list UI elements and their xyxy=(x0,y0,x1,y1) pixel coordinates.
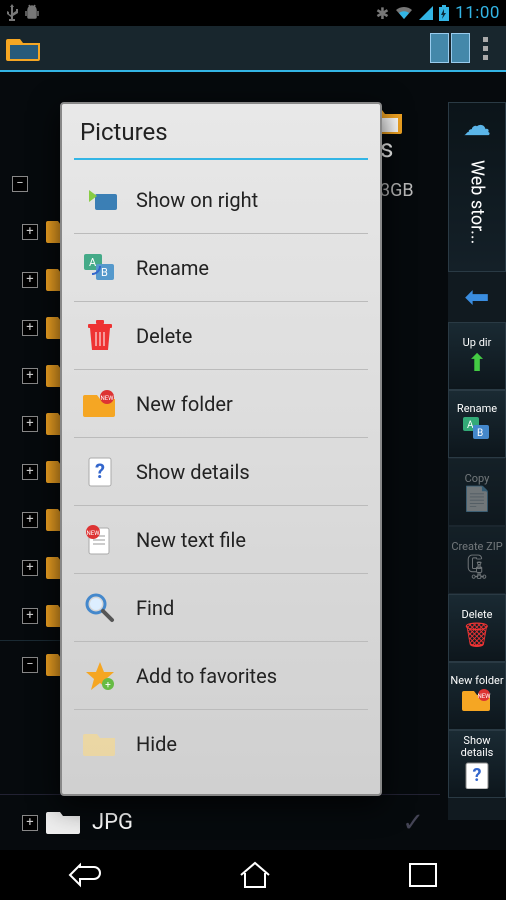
menu-find[interactable]: Find xyxy=(74,574,368,642)
rename-icon: AB xyxy=(463,417,491,445)
hide-folder-icon xyxy=(82,726,118,762)
sidebar-details-button[interactable]: Show details ? xyxy=(448,730,506,798)
bg-header-text: s xyxy=(380,134,393,164)
svg-text:?: ? xyxy=(473,765,482,786)
tree-item-jpg[interactable]: + JPG ✓ xyxy=(0,794,440,850)
expand-icon[interactable]: + xyxy=(22,272,38,288)
svg-text:+: + xyxy=(105,680,111,691)
sidebar-zip-button: Create ZIP 🗜 xyxy=(448,526,506,594)
svg-text:B: B xyxy=(477,428,483,439)
signal-icon xyxy=(419,6,433,20)
expand-icon[interactable]: + xyxy=(22,512,38,528)
dual-pane-icon[interactable] xyxy=(430,33,470,63)
menu-show-on-right[interactable]: Show on right xyxy=(74,166,368,234)
usb-icon xyxy=(6,4,18,22)
app-titlebar xyxy=(0,26,506,72)
new-folder-icon: NEW xyxy=(82,386,118,422)
web-storage-label: Web stor... xyxy=(467,160,488,244)
check-icon[interactable]: ✓ xyxy=(402,808,424,838)
show-right-icon xyxy=(82,182,118,218)
svg-text:NEW: NEW xyxy=(477,693,491,700)
expand-icon[interactable]: + xyxy=(22,608,38,624)
menu-delete[interactable]: Delete xyxy=(74,302,368,370)
web-storage-button[interactable]: ☁ Web stor... xyxy=(448,102,506,272)
sidebar-new-folder-button[interactable]: New folder NEW xyxy=(448,662,506,730)
tree-label: JPG xyxy=(92,810,133,835)
status-bar: ✱ 11:00 xyxy=(0,0,506,26)
expand-icon[interactable]: + xyxy=(22,416,38,432)
status-clock: 11:00 xyxy=(455,3,500,23)
recent-apps-button[interactable] xyxy=(408,862,438,888)
expand-icon[interactable]: + xyxy=(22,464,38,480)
context-menu-dialog: Pictures Show on right AB Rename Delete … xyxy=(60,102,382,796)
menu-hide[interactable]: Hide xyxy=(74,710,368,778)
wifi-icon xyxy=(395,6,413,20)
android-nav-bar xyxy=(0,850,506,900)
svg-text:A: A xyxy=(467,420,474,431)
cloud-icon: ☁ xyxy=(463,109,491,142)
arrow-left-icon[interactable]: ⬅ xyxy=(448,272,506,322)
expand-icon[interactable]: + xyxy=(22,815,38,831)
expand-icon[interactable]: + xyxy=(22,368,38,384)
expand-icon[interactable]: + xyxy=(22,224,38,240)
back-button[interactable] xyxy=(68,861,102,889)
dialog-title: Pictures xyxy=(62,104,380,158)
battery-icon xyxy=(439,5,449,21)
folder-white-icon xyxy=(46,808,82,838)
menu-new-folder[interactable]: NEW New folder xyxy=(74,370,368,438)
dialog-list: Show on right AB Rename Delete NEW New f… xyxy=(62,160,380,794)
overflow-menu-icon[interactable] xyxy=(470,37,500,60)
right-sidebar: ☁ Web stor... ⬅ Up dir ⬆ Rename AB Copy … xyxy=(448,102,506,820)
arrow-up-icon: ⬆ xyxy=(467,351,487,375)
sidebar-rename-button[interactable]: Rename AB xyxy=(448,390,506,458)
menu-rename[interactable]: AB Rename xyxy=(74,234,368,302)
app-folder-icon xyxy=(6,33,42,63)
trash-icon xyxy=(82,318,118,354)
svg-text:A: A xyxy=(89,256,97,269)
star-icon: + xyxy=(82,658,118,694)
sidebar-copy-button: Copy 📄 xyxy=(448,458,506,526)
collapse-icon[interactable]: − xyxy=(12,176,28,192)
details-icon: ? xyxy=(464,761,490,793)
android-debug-icon xyxy=(24,4,40,22)
sidebar-delete-button[interactable]: Delete 🗑 xyxy=(448,594,506,662)
bluetooth-icon: ✱ xyxy=(376,4,389,23)
menu-add-favorites[interactable]: + Add to favorites xyxy=(74,642,368,710)
expand-icon[interactable]: + xyxy=(22,560,38,576)
zip-icon: 🗜 xyxy=(462,555,492,579)
new-folder-icon: NEW xyxy=(462,689,492,717)
rename-icon: AB xyxy=(82,250,118,286)
trash-icon: 🗑 xyxy=(462,623,492,647)
svg-text:NEW: NEW xyxy=(100,395,114,402)
menu-show-details[interactable]: ? Show details xyxy=(74,438,368,506)
menu-new-text-file[interactable]: NEW New text file xyxy=(74,506,368,574)
find-icon xyxy=(82,590,118,626)
bg-storage-text: 3GB xyxy=(380,180,414,201)
home-button[interactable] xyxy=(237,861,273,889)
svg-text:?: ? xyxy=(95,459,105,483)
copy-icon: 📄 xyxy=(462,487,492,511)
sidebar-up-dir-button[interactable]: Up dir ⬆ xyxy=(448,322,506,390)
collapse-icon[interactable]: − xyxy=(22,657,38,673)
content-area: s 3GB − + + + + + + + + + − + JPG ✓ ☁ We… xyxy=(0,72,506,850)
svg-text:NEW: NEW xyxy=(86,530,100,537)
expand-icon[interactable]: + xyxy=(22,320,38,336)
details-icon: ? xyxy=(82,454,118,490)
new-text-icon: NEW xyxy=(82,522,118,558)
svg-text:B: B xyxy=(101,266,108,279)
